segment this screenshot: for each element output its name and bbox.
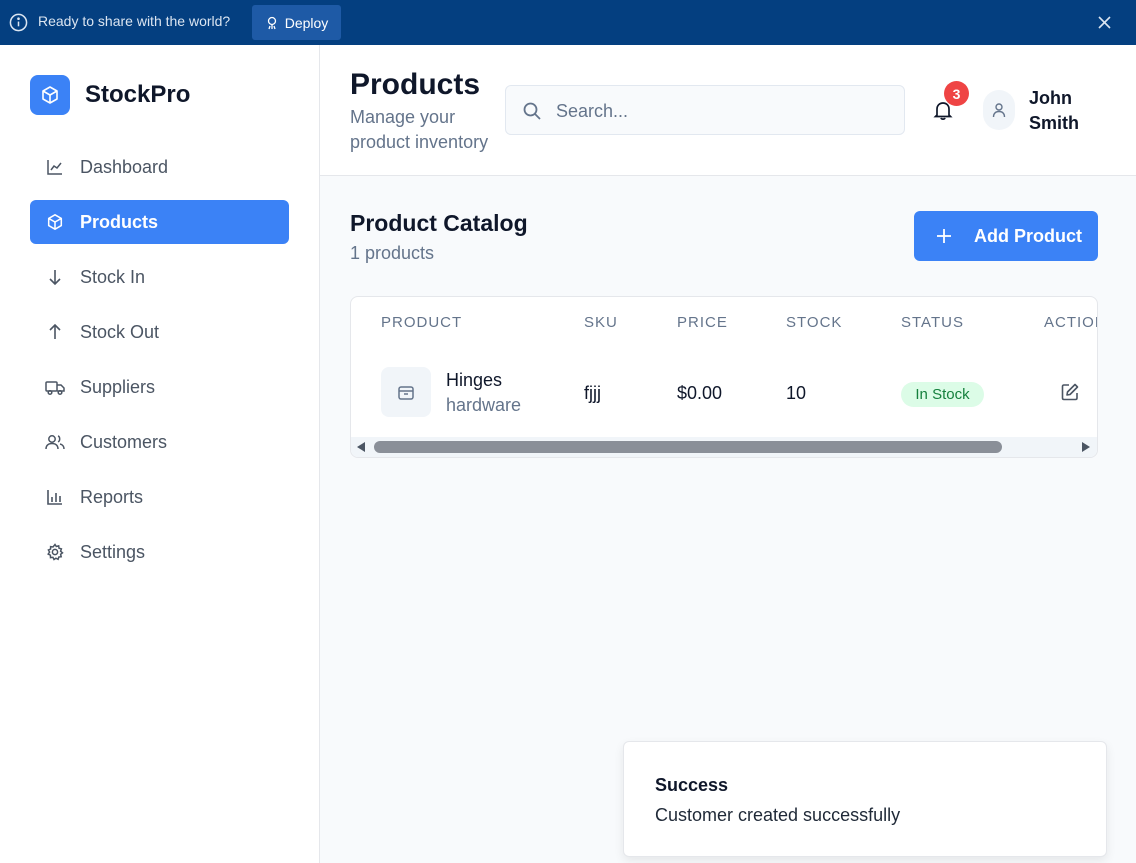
sidebar-item-suppliers[interactable]: Suppliers: [30, 365, 289, 409]
catalog-count: 1 products: [350, 243, 435, 263]
truck-icon: [45, 377, 65, 397]
page-title: Products: [350, 68, 481, 101]
package-icon: [398, 386, 414, 400]
toast-title: Success: [655, 775, 729, 795]
deploy-banner: Ready to share with the world? Deploy: [0, 0, 1136, 45]
success-toast: Success Customer created successfully: [623, 741, 1107, 857]
sidebar-item-stock-in[interactable]: Stock In: [30, 255, 289, 299]
sidebar-item-customers[interactable]: Customers: [30, 420, 289, 464]
banner-message: Ready to share with the world?: [38, 13, 231, 29]
sidebar-item-label: Settings: [80, 541, 146, 562]
column-header-stock: STOCK: [786, 314, 843, 331]
search-box[interactable]: [505, 85, 905, 135]
deploy-button[interactable]: Deploy: [252, 5, 341, 40]
search-icon: [523, 102, 541, 120]
product-thumbnail: [381, 367, 431, 417]
users-icon: [45, 432, 65, 452]
close-icon[interactable]: [1097, 15, 1112, 30]
product-name: Hinges: [446, 370, 503, 390]
brand-logo: [30, 75, 70, 115]
add-product-label: Add Product: [974, 226, 1082, 246]
sidebar-item-label: Stock Out: [80, 321, 160, 342]
product-sku: fjjj: [584, 383, 601, 403]
column-header-actions: ACTIONS: [1044, 314, 1097, 331]
info-icon: [9, 13, 28, 32]
arrow-up-icon: [45, 322, 65, 342]
box-icon: [45, 212, 65, 232]
horizontal-scrollbar[interactable]: [351, 437, 1097, 457]
search-input[interactable]: [556, 96, 886, 126]
deploy-button-label: Deploy: [284, 14, 329, 31]
sidebar-item-reports[interactable]: Reports: [30, 475, 289, 519]
user-icon: [992, 103, 1006, 118]
column-header-price: PRICE: [677, 314, 728, 331]
sidebar-item-label: Suppliers: [80, 376, 156, 397]
scroll-left-arrow[interactable]: [357, 442, 365, 452]
avatar[interactable]: [983, 90, 1015, 130]
box-icon: [42, 86, 58, 104]
sidebar-nav: Dashboard Products Stock In Stock Out Su…: [30, 145, 289, 585]
sidebar-item-label: Reports: [80, 486, 144, 507]
chart-line-icon: [45, 157, 65, 177]
column-header-product: PRODUCT: [381, 314, 463, 331]
product-category: hardware: [446, 395, 522, 415]
sidebar-item-label: Customers: [80, 431, 168, 452]
sidebar-item-settings[interactable]: Settings: [30, 530, 289, 574]
page-header: Products Manage your product inventory 3…: [320, 45, 1136, 176]
column-header-status: STATUS: [901, 314, 964, 331]
brand-name: StockPro: [85, 81, 191, 108]
product-price: $0.00: [677, 383, 723, 403]
sidebar-item-stock-out[interactable]: Stock Out: [30, 310, 289, 354]
toast-message: Customer created successfully: [655, 805, 901, 825]
sidebar-item-label: Products: [80, 211, 159, 232]
products-table: PRODUCT SKU PRICE STOCK STATUS ACTIONS H…: [350, 296, 1098, 458]
add-product-button[interactable]: Add Product: [914, 211, 1098, 261]
sidebar-item-products[interactable]: Products: [30, 200, 289, 244]
status-badge: In Stock: [901, 382, 984, 407]
plus-icon: [937, 229, 951, 243]
scroll-right-arrow[interactable]: [1082, 442, 1090, 452]
bar-chart-icon: [45, 487, 65, 507]
column-header-sku: SKU: [584, 314, 618, 331]
scroll-thumb[interactable]: [374, 441, 1002, 453]
sidebar-item-label: Stock In: [80, 266, 146, 287]
page-subtitle: Manage your product inventory: [350, 107, 489, 152]
rocket-icon: [267, 16, 276, 29]
product-stock: 10: [786, 383, 807, 403]
edit-icon[interactable]: [1060, 382, 1080, 402]
sidebar: StockPro Dashboard Products Stock In Sto…: [0, 45, 320, 863]
arrow-down-icon: [45, 267, 65, 287]
gear-icon: [45, 542, 65, 562]
notification-badge: 3: [944, 81, 969, 106]
catalog-title: Product Catalog: [350, 210, 528, 236]
sidebar-item-dashboard[interactable]: Dashboard: [30, 145, 289, 189]
sidebar-item-label: Dashboard: [80, 156, 169, 177]
user-name[interactable]: John Smith: [1029, 86, 1099, 136]
